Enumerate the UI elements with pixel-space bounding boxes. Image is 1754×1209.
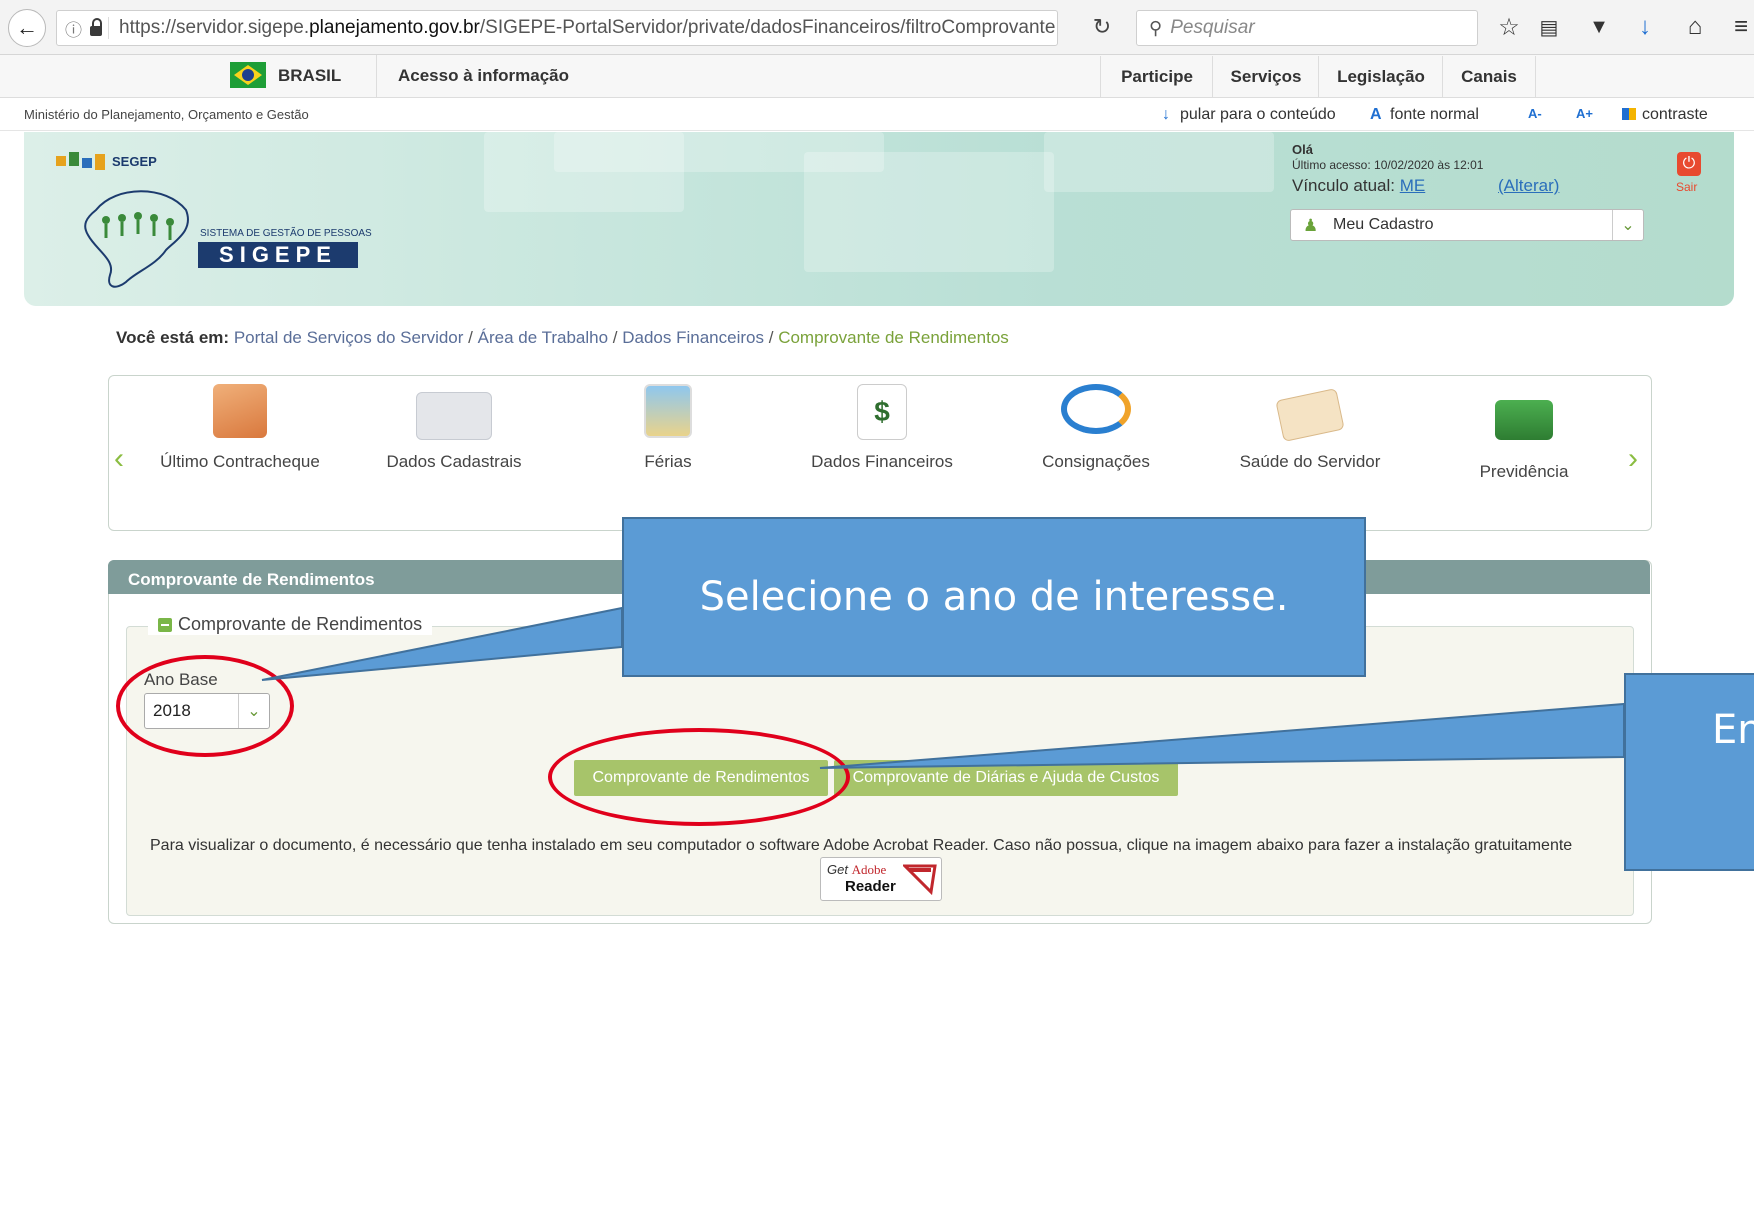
contrast-link[interactable]: contraste <box>1642 106 1708 124</box>
acesso-informacao-link[interactable]: Acesso à informação <box>398 66 569 86</box>
breadcrumb-sep: / <box>612 328 618 347</box>
id-card-icon <box>416 392 492 440</box>
alterar-link[interactable]: (Alterar) <box>1498 176 1559 196</box>
beach-icon <box>644 384 692 438</box>
greeting: Olá <box>1292 142 1313 157</box>
breadcrumb-area-trabalho[interactable]: Área de Trabalho <box>478 328 608 347</box>
service-label: Dados Cadastrais <box>386 452 522 471</box>
divider <box>376 55 377 97</box>
skip-arrow-icon: ↓ <box>1162 106 1170 123</box>
carousel-next-icon[interactable]: › <box>1628 442 1638 476</box>
download-icon[interactable]: ↓ <box>1630 10 1660 44</box>
service-label: Saúde do Servidor <box>1239 452 1381 471</box>
bookmark-star-icon[interactable]: ☆ <box>1494 10 1524 44</box>
callout-select-year: Selecione o ano de interesse. <box>622 517 1366 677</box>
breadcrumb: Você está em: Portal de Serviços do Serv… <box>116 328 1009 348</box>
breadcrumb-lead: Você está em: <box>116 328 230 347</box>
service-ultimo-contracheque[interactable]: Último Contracheque <box>145 380 335 490</box>
vinculo-value-link[interactable]: ME <box>1400 176 1426 195</box>
health-icon <box>1275 388 1345 442</box>
breadcrumb-sep: / <box>768 328 774 347</box>
money-icon: $ <box>857 384 907 440</box>
gov-menu-participe[interactable]: Participe <box>1100 56 1213 97</box>
font-a-icon: A <box>1370 106 1382 123</box>
service-dados-financeiros[interactable]: $ Dados Financeiros <box>787 380 977 490</box>
chevron-down-icon[interactable]: ⌄ <box>1612 210 1643 240</box>
font-increase-link[interactable]: A+ <box>1576 106 1593 121</box>
breadcrumb-dados-financeiros[interactable]: Dados Financeiros <box>622 328 764 347</box>
segep-label: SEGEP <box>112 154 157 169</box>
vinculo-line: Vínculo atual: ME <box>1292 176 1425 196</box>
pocket-icon[interactable]: ▼ <box>1584 10 1614 44</box>
search-icon: ⚲ <box>1149 17 1163 38</box>
panel-title: Comprovante de Rendimentos <box>128 570 375 589</box>
reading-list-icon[interactable]: ▤ <box>1534 10 1564 44</box>
logo-subtitle: SISTEMA DE GESTÃO DE PESSOAS <box>200 228 372 239</box>
sigepe-logo[interactable]: SIGEPE <box>198 242 358 268</box>
service-label: Previdência <box>1479 462 1569 481</box>
font-decrease-link[interactable]: A- <box>1528 106 1542 121</box>
power-icon[interactable]: ⏻ <box>1677 152 1701 176</box>
collapse-icon[interactable] <box>158 617 172 632</box>
brasil-link[interactable]: BRASIL <box>278 66 341 86</box>
service-dados-cadastrais[interactable]: Dados Cadastrais <box>359 380 549 490</box>
vinculo-label: Vínculo atual: <box>1292 176 1396 195</box>
adobe-reader-text: Reader <box>845 878 896 895</box>
ministry-name: Ministério do Planejamento, Orçamento e … <box>24 107 309 122</box>
fieldset-legend[interactable]: Comprovante de Rendimentos <box>148 614 433 635</box>
highlight-rendimentos-button <box>548 728 850 826</box>
highlight-ano-base <box>116 655 294 757</box>
info-icon[interactable]: ⓘ <box>65 16 82 41</box>
menu-icon[interactable]: ≡ <box>1728 10 1754 44</box>
adobe-notice: Para visualizar o documento, é necessári… <box>150 837 1573 854</box>
folder-icon <box>213 384 267 438</box>
callout-second-text: En <box>1712 707 1754 753</box>
arrows-icon <box>1061 384 1131 434</box>
carousel-prev-icon[interactable]: ‹ <box>114 442 124 476</box>
service-previdencia[interactable]: Previdência <box>1429 380 1619 490</box>
segep-logo-icon <box>56 152 106 174</box>
search-placeholder: Pesquisar <box>1170 17 1255 38</box>
legend-label: Comprovante de Rendimentos <box>178 614 423 634</box>
adobe-logo-icon <box>903 864 937 896</box>
user-icon: ♟ <box>1303 216 1319 235</box>
last-access: Último acesso: 10/02/2020 às 12:01 <box>1292 158 1484 172</box>
font-normal-link[interactable]: fonte normal <box>1390 106 1479 124</box>
service-ferias[interactable]: Férias <box>573 380 763 490</box>
service-label: Férias <box>644 452 692 471</box>
meu-cadastro-select[interactable]: ♟ Meu Cadastro ⌄ <box>1290 209 1644 241</box>
lock-icon <box>90 18 102 36</box>
contrast-icon <box>1622 108 1636 120</box>
brazil-flag-icon <box>230 62 266 88</box>
gov-menu-canais[interactable]: Canais <box>1442 56 1536 97</box>
breadcrumb-current: Comprovante de Rendimentos <box>778 328 1009 347</box>
skip-to-content-link[interactable]: pular para o conteúdo <box>1180 106 1336 124</box>
adobe-get-text: Get Adobe <box>827 862 887 877</box>
meu-cadastro-label: Meu Cadastro <box>1333 216 1434 233</box>
reload-icon[interactable]: ↻ <box>1082 10 1122 44</box>
growth-icon <box>1495 400 1553 440</box>
service-label: Dados Financeiros <box>811 452 953 471</box>
address-bar[interactable]: ⓘ https://servidor.sigepe.planejamento.g… <box>56 10 1058 46</box>
sair-label[interactable]: Sair <box>1676 180 1697 194</box>
breadcrumb-sep: / <box>468 328 473 347</box>
home-icon[interactable]: ⌂ <box>1680 10 1710 44</box>
service-label: Último Contracheque <box>160 452 320 471</box>
service-label: Consignações <box>1042 452 1150 471</box>
comprovante-diarias-button[interactable]: Comprovante de Diárias e Ajuda de Custos <box>834 760 1178 796</box>
service-saude-servidor[interactable]: Saúde do Servidor <box>1215 380 1405 490</box>
callout-second: En <box>1624 673 1754 871</box>
service-consignacoes[interactable]: Consignações <box>1001 380 1191 490</box>
gov-menu-servicos[interactable]: Serviços <box>1212 56 1319 97</box>
breadcrumb-portal[interactable]: Portal de Serviços do Servidor <box>234 328 464 347</box>
back-button[interactable]: ← <box>8 9 46 47</box>
get-adobe-reader-button[interactable]: Get Adobe Reader <box>820 857 942 901</box>
url-text: https://servidor.sigepe.planejamento.gov… <box>108 17 1055 39</box>
browser-search-input[interactable]: ⚲ Pesquisar <box>1136 10 1478 46</box>
brazil-map-logo-icon <box>76 180 196 292</box>
gov-menu-legislacao[interactable]: Legislação <box>1318 56 1443 97</box>
